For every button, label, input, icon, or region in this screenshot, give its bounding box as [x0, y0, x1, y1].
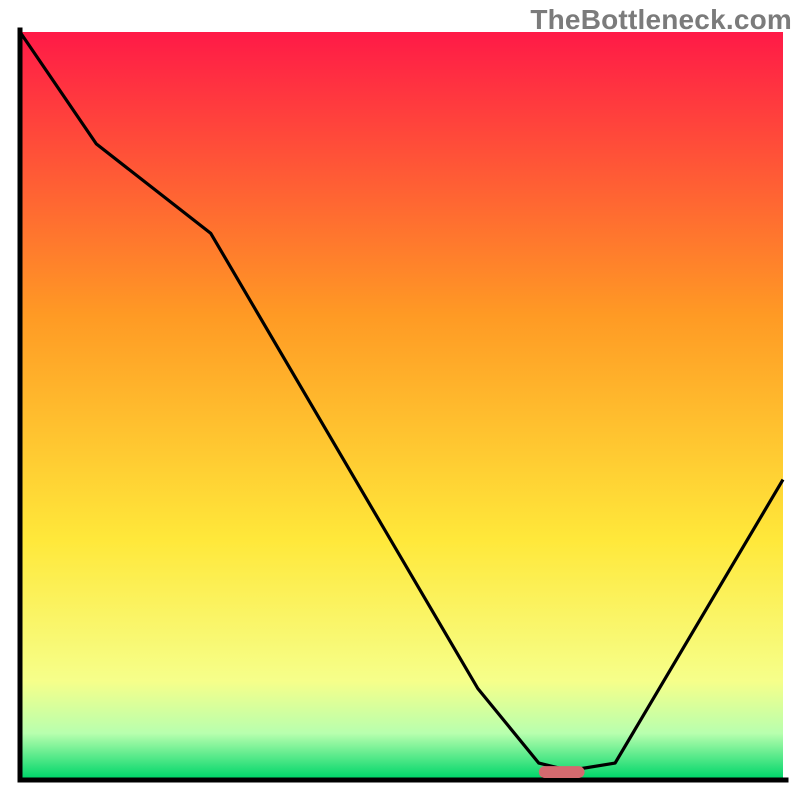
- optimum-marker: [539, 766, 585, 778]
- chart-svg: [0, 0, 800, 800]
- chart-container: TheBottleneck.com: [0, 0, 800, 800]
- watermark-text: TheBottleneck.com: [530, 4, 792, 36]
- plot-background: [20, 32, 783, 778]
